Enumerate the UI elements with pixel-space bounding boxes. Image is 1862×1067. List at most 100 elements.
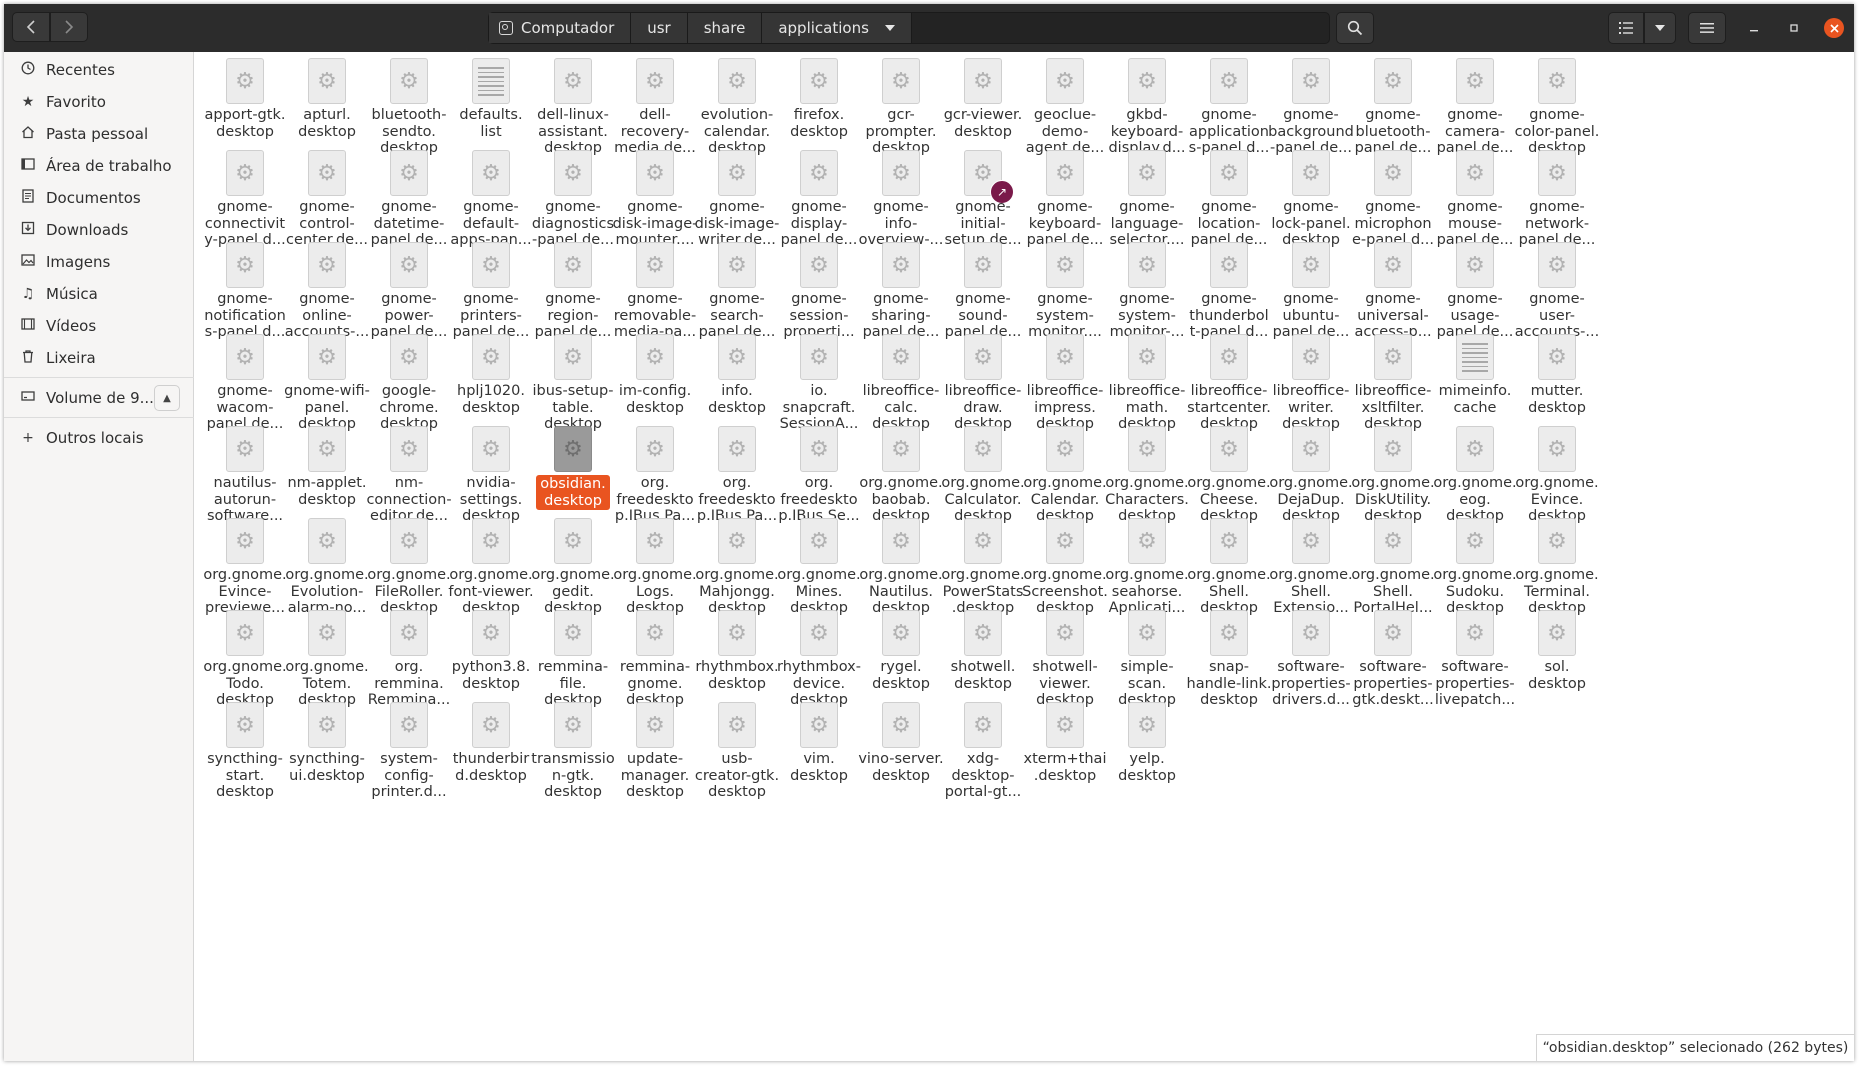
gear-icon: ⚙ — [964, 702, 1002, 748]
gear-icon: ⚙ — [636, 58, 674, 104]
file-name: thunderbir d.desktop — [452, 751, 530, 784]
file-name: shotwell. desktop — [950, 659, 1016, 692]
gear-icon: ⚙ — [882, 702, 920, 748]
file-name: obsidian. desktop — [536, 475, 610, 510]
sidebar: Recentes ★ Favorito Pasta pessoal Área d… — [4, 52, 194, 1061]
chevron-down-icon — [1655, 25, 1665, 31]
sidebar-separator — [4, 417, 194, 418]
view-options-button[interactable] — [1644, 12, 1676, 44]
gear-icon: ⚙ — [1538, 150, 1576, 196]
sidebar-item-label: Música — [46, 285, 98, 303]
sidebar-item-outros-locais[interactable]: + Outros locais — [4, 422, 194, 454]
desktop-icon — [18, 157, 38, 175]
minimize-button[interactable] — [1744, 18, 1764, 38]
gear-icon: ⚙ — [718, 426, 756, 472]
eject-icon[interactable]: ▲ — [154, 385, 180, 411]
file-name: vino-server. desktop — [858, 751, 944, 784]
sidebar-item-recentes[interactable]: Recentes — [4, 54, 194, 86]
gear-icon: ⚙ — [1374, 426, 1412, 472]
sidebar-item-pasta-pessoal[interactable]: Pasta pessoal — [4, 118, 194, 150]
file-name: update- manager. desktop — [620, 751, 690, 800]
gear-icon: ⚙ — [1046, 58, 1084, 104]
file-name: software- properties- drivers.d... — [1271, 659, 1351, 708]
breadcrumb-usr[interactable]: usr — [631, 13, 688, 43]
breadcrumb-label: share — [703, 19, 746, 37]
gear-icon: ⚙ — [554, 702, 592, 748]
gear-icon: ⚙ — [308, 334, 346, 380]
gear-icon: ⚙ — [390, 610, 428, 656]
gear-icon: ⚙ — [800, 58, 838, 104]
gear-icon: ⚙ — [472, 150, 510, 196]
sidebar-item-lixeira[interactable]: Lixeira — [4, 342, 194, 374]
gear-icon: ⚙ — [554, 58, 592, 104]
gear-icon: ⚙ — [1128, 426, 1166, 472]
sidebar-item-favorito[interactable]: ★ Favorito — [4, 86, 194, 118]
list-view-button[interactable] — [1608, 12, 1644, 44]
file-name: vim. desktop — [790, 751, 848, 784]
file-name: mimeinfo. cache — [1438, 383, 1512, 416]
gear-icon: ⚙ — [226, 518, 264, 564]
gear-icon: ⚙ — [800, 150, 838, 196]
image-icon — [18, 253, 38, 271]
gear-icon: ⚙ — [1374, 58, 1412, 104]
sidebar-item-downloads[interactable]: Downloads — [4, 214, 194, 246]
gear-icon: ⚙ — [226, 150, 264, 196]
back-button[interactable] — [12, 12, 50, 42]
document-icon — [18, 189, 38, 207]
status-text: “obsidian.desktop” selecionado (262 byte… — [1542, 1040, 1849, 1056]
star-icon: ★ — [21, 94, 35, 110]
gear-icon: ⚙ — [964, 426, 1002, 472]
gear-icon: ⚙ — [308, 150, 346, 196]
sidebar-item-label: Recentes — [46, 61, 115, 79]
breadcrumb-share[interactable]: share — [687, 13, 763, 43]
file-name: mutter. desktop — [1528, 383, 1586, 416]
maximize-button[interactable] — [1784, 18, 1804, 38]
gear-icon: ⚙ — [964, 58, 1002, 104]
path-bar-empty — [912, 13, 1329, 43]
file-name: defaults. list — [459, 107, 523, 140]
gear-icon: ⚙ — [1538, 610, 1576, 656]
sidebar-item-documentos[interactable]: Documentos — [4, 182, 194, 214]
close-button[interactable] — [1824, 18, 1844, 38]
gear-icon: ⚙ — [1046, 150, 1084, 196]
file-name: software- properties- gtk.deskt... — [1352, 659, 1434, 708]
gear-icon: ⚙ — [1456, 150, 1494, 196]
sidebar-item-imagens[interactable]: Imagens — [4, 246, 194, 278]
gear-icon: ⚙ — [1374, 334, 1412, 380]
main-menu-button[interactable] — [1688, 12, 1726, 44]
gear-icon: ⚙ — [1128, 518, 1166, 564]
file-name: transmissio n-gtk. desktop — [531, 751, 615, 800]
gear-icon: ⚙ — [308, 518, 346, 564]
sidebar-item-area-de-trabalho[interactable]: Área de trabalho — [4, 150, 194, 182]
trash-icon — [18, 349, 38, 367]
gear-icon: ⚙ — [882, 518, 920, 564]
sidebar-item-label: Favorito — [46, 93, 106, 111]
breadcrumb-applications[interactable]: applications — [762, 13, 912, 43]
gear-icon: ⚙ — [718, 334, 756, 380]
sidebar-item-musica[interactable]: ♫ Música — [4, 278, 194, 310]
forward-button[interactable] — [50, 12, 88, 42]
gear-icon: ⚙ — [636, 242, 674, 288]
gear-icon: ⚙ — [390, 58, 428, 104]
file-name: nm-applet. desktop — [287, 475, 367, 508]
gear-icon: ⚙ — [308, 702, 346, 748]
sidebar-item-videos[interactable]: Vídeos — [4, 310, 194, 342]
search-button[interactable] — [1336, 12, 1374, 44]
sidebar-item-label: Outros locais — [46, 429, 144, 447]
gear-icon: ⚙ — [636, 426, 674, 472]
gear-icon: ⚙ — [1128, 150, 1166, 196]
gear-icon: ⚙ — [226, 334, 264, 380]
file-name: xdg- desktop- portal-gt... — [944, 751, 1022, 800]
gear-icon: ⚙ — [308, 426, 346, 472]
file-grid: ⚙ apport-gtk. desktop ⚙ apturl. desktop ⚙ blu… — [194, 52, 1854, 1061]
breadcrumb-label: usr — [647, 19, 671, 37]
gear-icon: ⚙ — [800, 702, 838, 748]
sidebar-item-volume[interactable]: Volume de 9... ▲ — [4, 382, 194, 414]
chevron-down-icon — [884, 25, 895, 31]
gear-icon: ⚙ — [308, 610, 346, 656]
breadcrumb-computador[interactable]: Computador — [489, 13, 632, 43]
file-name: info. desktop — [708, 383, 766, 416]
gear-icon: ⚙ — [882, 334, 920, 380]
gear-icon: ⚙ — [718, 610, 756, 656]
gear-icon: ⚙ — [308, 242, 346, 288]
